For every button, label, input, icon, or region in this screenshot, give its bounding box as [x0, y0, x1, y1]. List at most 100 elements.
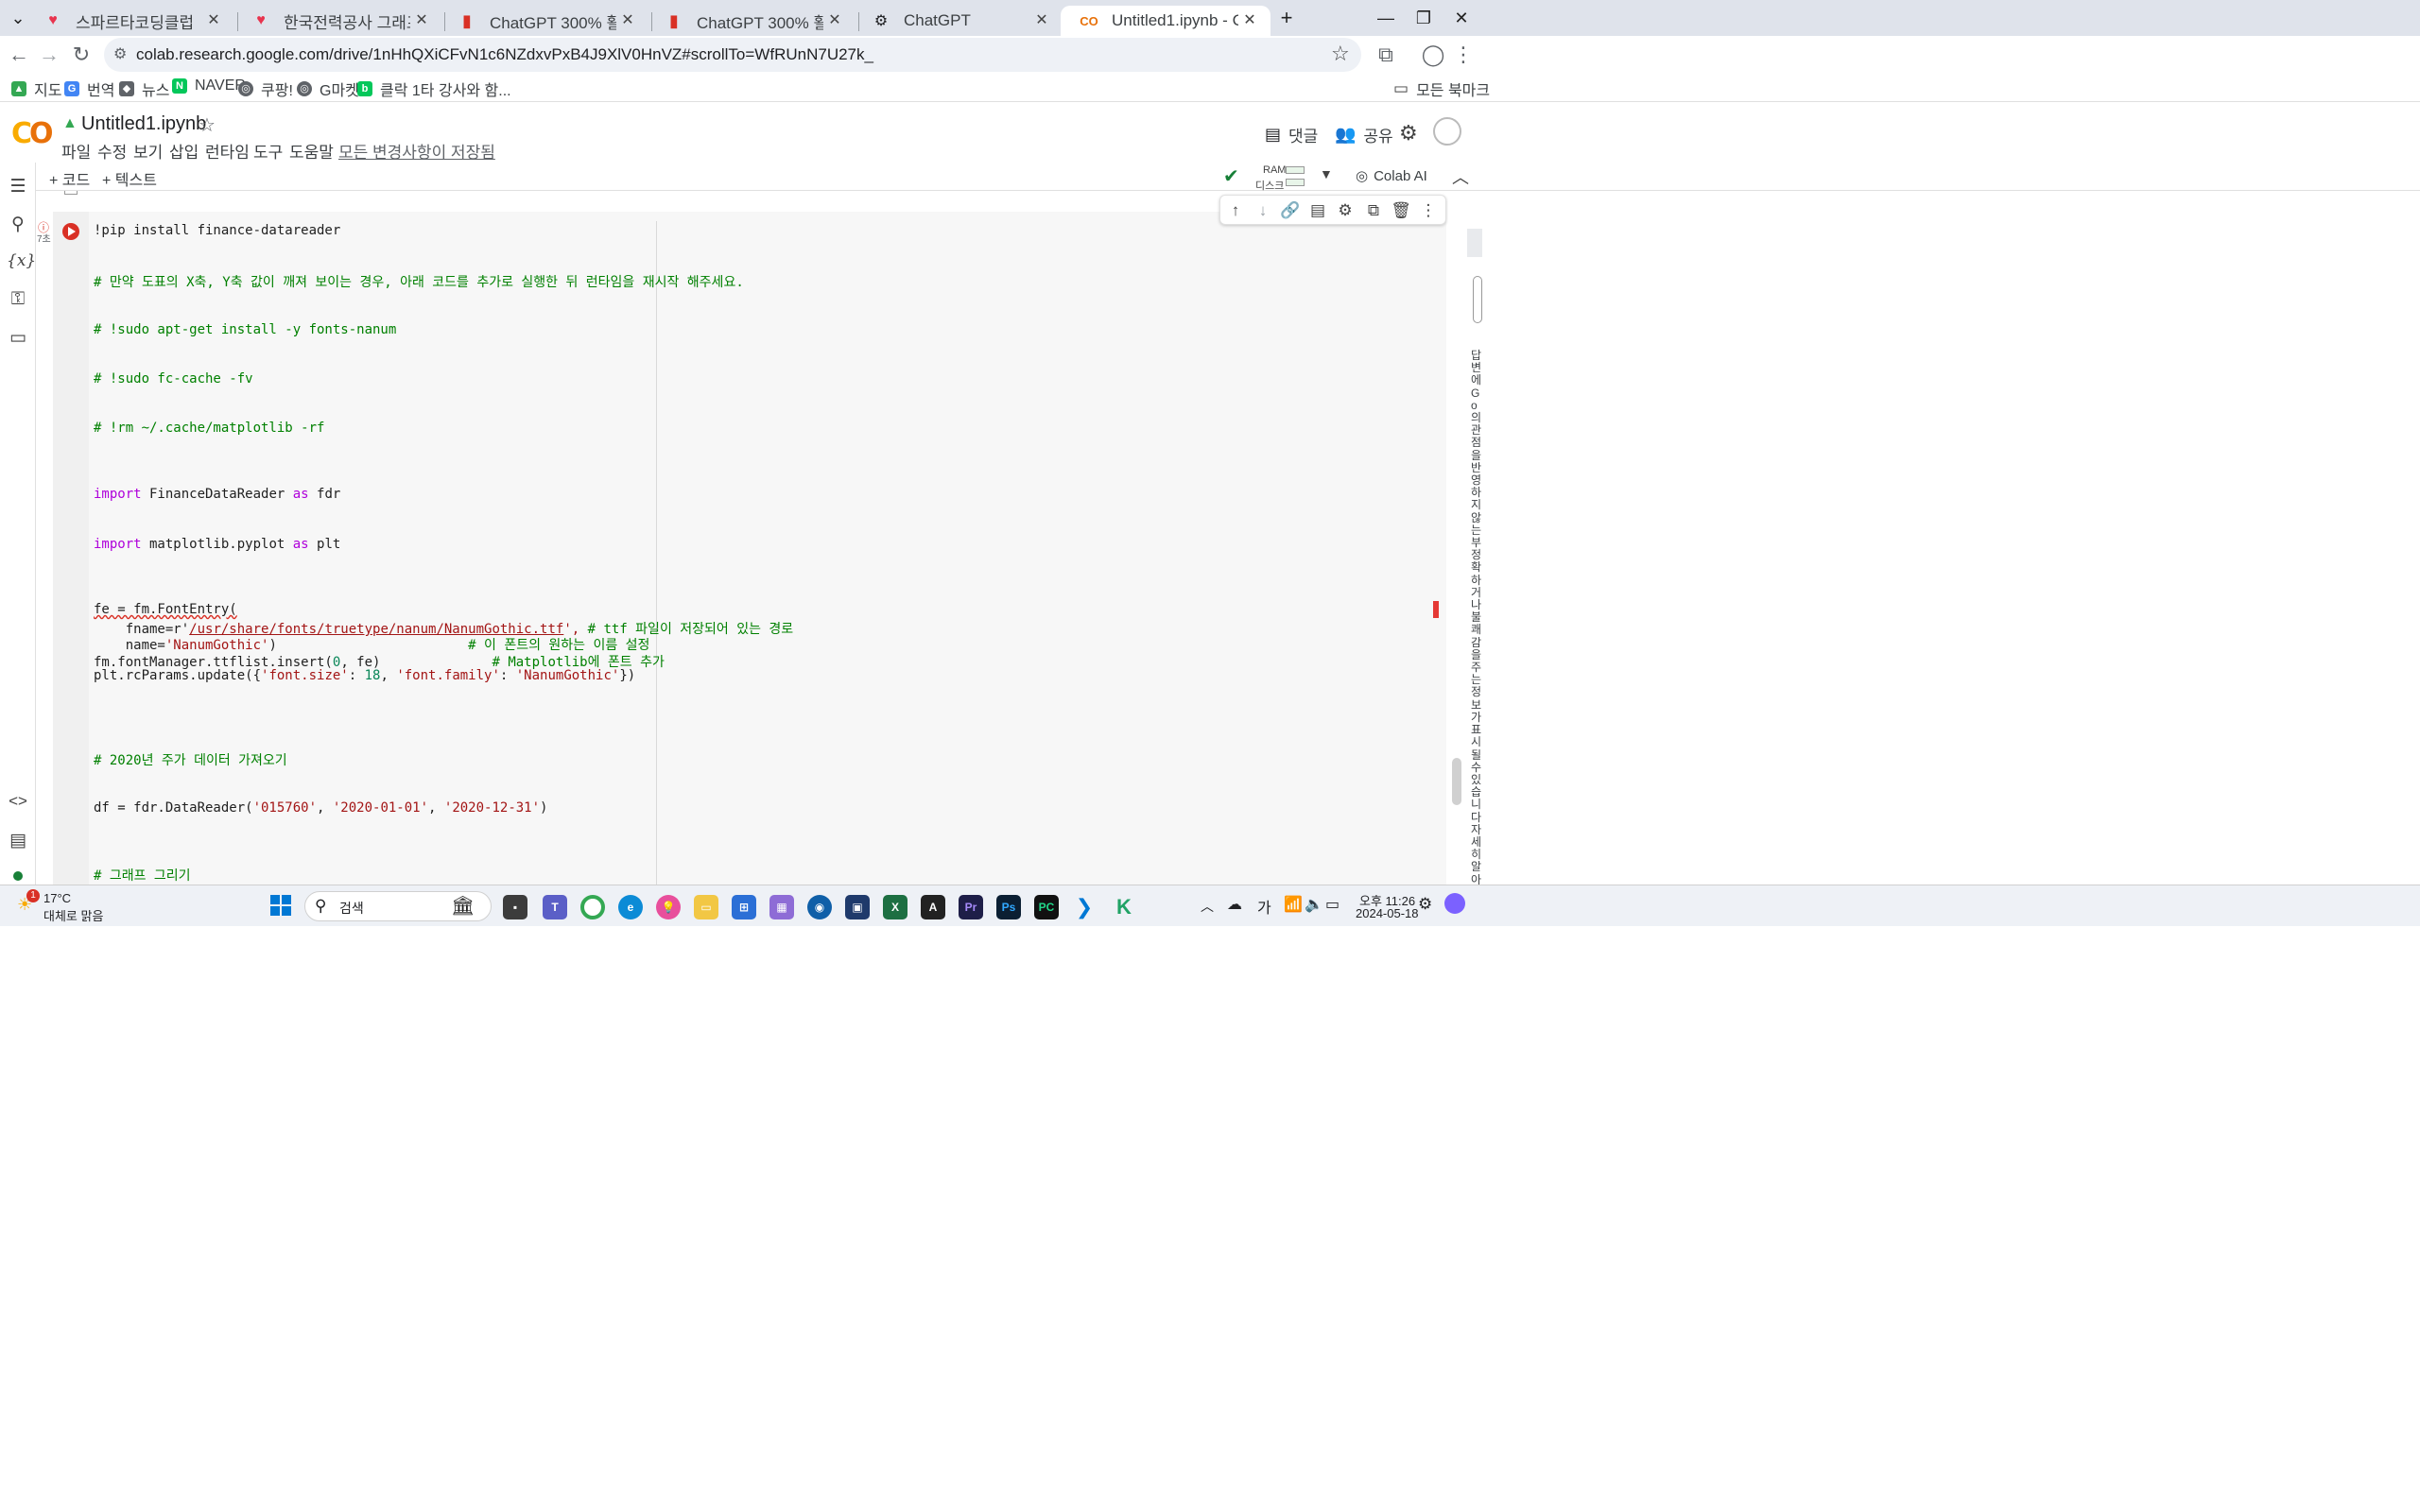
onedrive-cloud-icon[interactable]: ☁	[1227, 895, 1242, 914]
pycharm-icon[interactable]: PC	[1034, 895, 1059, 919]
move-up-icon[interactable]: ↑	[1224, 199, 1247, 222]
move-down-icon[interactable]: ↓	[1252, 199, 1274, 222]
table-of-contents-icon[interactable]: ☰	[7, 176, 29, 198]
files-folder-icon[interactable]: ▭	[7, 327, 29, 350]
tab-sparta[interactable]: ♥ 스파르타코딩클럽 ✕	[25, 6, 234, 36]
menu-edit[interactable]: 수정	[97, 139, 127, 163]
search-icon[interactable]: ⚲	[7, 214, 29, 236]
clock-date[interactable]: 2024-05-18	[1356, 906, 1419, 920]
notebook-scrollbar[interactable]	[1433, 191, 1467, 885]
wifi-icon[interactable]: 📶	[1284, 895, 1303, 914]
copilot-icon[interactable]	[1444, 893, 1465, 914]
menu-view[interactable]: 보기	[133, 139, 163, 163]
tab-chatgpt-course-1[interactable]: ▮ ChatGPT 300% 활용하기 - 1주 ✕	[439, 6, 648, 36]
back-icon[interactable]: ←	[6, 42, 32, 68]
close-tab-icon[interactable]: ✕	[823, 9, 846, 32]
bookmark-naver[interactable]: N NAVER	[172, 77, 246, 94]
forward-icon[interactable]: →	[36, 42, 62, 68]
close-tab-icon[interactable]: ✕	[1030, 9, 1053, 32]
photoshop-icon[interactable]: Ps	[996, 895, 1021, 919]
connected-check-icon[interactable]: ✔	[1223, 164, 1239, 188]
vscode-icon[interactable]: ❯	[1072, 895, 1097, 919]
share-button[interactable]: 👥 공유	[1335, 123, 1393, 146]
notebook-title[interactable]: Untitled1.ipynb	[81, 113, 206, 135]
teams-icon[interactable]: T	[543, 895, 567, 919]
menu-runtime[interactable]: 런타임	[205, 139, 250, 163]
taskbar-search[interactable]: ⚲ 검색 🏛	[304, 891, 492, 921]
show-hidden-icons-icon[interactable]: ︿	[1201, 897, 1214, 916]
bookmark-coupang[interactable]: ◎ 쿠팡!	[238, 77, 293, 100]
close-tab-icon[interactable]: ✕	[1238, 9, 1261, 32]
settings-gear-icon[interactable]: ⚙	[1399, 121, 1418, 146]
address-bar[interactable]: ⚙ colab.research.google.com/drive/1nHhQX…	[104, 38, 1361, 72]
star-icon[interactable]: ☆	[199, 113, 216, 137]
kakao-icon[interactable]: K	[1112, 895, 1136, 919]
bookmark-star-icon[interactable]: ☆	[1331, 42, 1350, 66]
input-method[interactable]: 가	[1257, 895, 1271, 918]
bookmark-gmarket[interactable]: ◎ G마켓	[297, 77, 359, 100]
command-palette-icon[interactable]: ▤	[7, 830, 29, 852]
ram-label[interactable]: RAM	[1263, 164, 1286, 176]
colab-logo[interactable]: CO	[11, 117, 53, 150]
code-snippets-icon[interactable]: <>	[7, 792, 29, 815]
bookmark-news[interactable]: ◆ 뉴스	[119, 77, 169, 100]
all-bookmarks[interactable]: ▭ 모든 북마크	[1393, 77, 1490, 100]
secrets-key-icon[interactable]: ⚿	[7, 289, 29, 312]
close-window-icon[interactable]: ✕	[1433, 0, 1490, 36]
mirror-cell-icon[interactable]: ⧉	[1362, 199, 1385, 222]
battery-icon[interactable]: ▭	[1325, 895, 1340, 914]
bookmark-blog[interactable]: b 클락 1타 강사와 함...	[357, 77, 511, 100]
chrome-icon[interactable]	[580, 895, 605, 919]
tab-chatgpt-course-0[interactable]: ▮ ChatGPT 300% 활용하기 - 0주 ✕	[646, 6, 856, 36]
media-player-icon[interactable]: ◉	[807, 895, 832, 919]
panel-widget[interactable]	[1467, 229, 1482, 257]
close-tab-icon[interactable]: ✕	[410, 9, 433, 32]
close-tab-icon[interactable]: ✕	[616, 9, 639, 32]
weather-widget[interactable]: ☀ 1	[17, 889, 40, 914]
account-avatar[interactable]	[1433, 117, 1461, 146]
start-windows-icon[interactable]	[270, 895, 291, 916]
notification-bell-icon[interactable]: ⚙	[1418, 895, 1432, 914]
tab-chatgpt[interactable]: ⚙ ChatGPT ✕	[853, 6, 1063, 36]
variables-icon[interactable]: {x}	[7, 251, 36, 274]
panel-dropdown[interactable]	[1473, 276, 1482, 323]
comment-icon[interactable]: ▤	[1306, 199, 1329, 222]
cell-settings-icon[interactable]: ⚙	[1334, 199, 1357, 222]
tips-icon[interactable]: 💡	[656, 895, 681, 919]
code-cell[interactable]: !pip install finance-datareader # 만약 도표의…	[89, 212, 1446, 885]
add-text-button[interactable]: + 텍스트	[102, 167, 157, 190]
task-view-icon[interactable]: ▪	[503, 895, 527, 919]
tab-kepco-graph[interactable]: ♥ 한국전력공사 그래프 | 스파르타 ✕	[233, 6, 442, 36]
menu-file[interactable]: 파일	[61, 139, 91, 163]
extensions-icon[interactable]: ⧉	[1373, 42, 1399, 68]
new-tab-icon[interactable]: +	[1272, 0, 1301, 36]
file-explorer-icon[interactable]: ▭	[694, 895, 718, 919]
reload-icon[interactable]: ↻	[68, 42, 95, 68]
menu-help[interactable]: 도움말	[289, 139, 334, 163]
tablet-icon[interactable]: ▣	[845, 895, 870, 919]
collapse-header-icon[interactable]: ︿	[1452, 164, 1469, 189]
bookmark-translate[interactable]: G 번역	[64, 77, 114, 100]
store-icon[interactable]: ⊞	[732, 895, 756, 919]
browser-menu-icon[interactable]: ⋮	[1450, 42, 1477, 68]
comment-button[interactable]: ▤ 댓글	[1265, 123, 1318, 146]
tab-colab[interactable]: CO Untitled1.ipynb - Colab ✕	[1061, 6, 1270, 36]
bookmark-map[interactable]: ▲ 지도	[11, 77, 61, 100]
close-tab-icon[interactable]: ✕	[202, 9, 225, 32]
site-info-icon[interactable]: ⚙	[113, 44, 127, 63]
scrollbar-thumb[interactable]	[1452, 758, 1461, 805]
premiere-icon[interactable]: Pr	[959, 895, 983, 919]
profile-avatar-icon[interactable]: ◯	[1420, 42, 1446, 68]
delete-icon[interactable]: 🗑	[1390, 199, 1412, 222]
add-code-button[interactable]: + 코드	[49, 167, 90, 190]
calendar-icon[interactable]: ▦	[769, 895, 794, 919]
runtime-dropdown-icon[interactable]: ▼	[1320, 166, 1333, 181]
excel-icon[interactable]: X	[883, 895, 908, 919]
more-options-icon[interactable]: ⋮	[1417, 199, 1440, 222]
acrobat-icon[interactable]: A	[921, 895, 945, 919]
link-icon[interactable]: 🔗	[1279, 199, 1302, 222]
menu-insert[interactable]: 삽입	[169, 139, 199, 163]
colab-ai-button[interactable]: ◎ Colab AI	[1356, 167, 1427, 185]
volume-icon[interactable]: 🔈	[1305, 895, 1323, 914]
run-cell-button[interactable]	[62, 223, 79, 240]
